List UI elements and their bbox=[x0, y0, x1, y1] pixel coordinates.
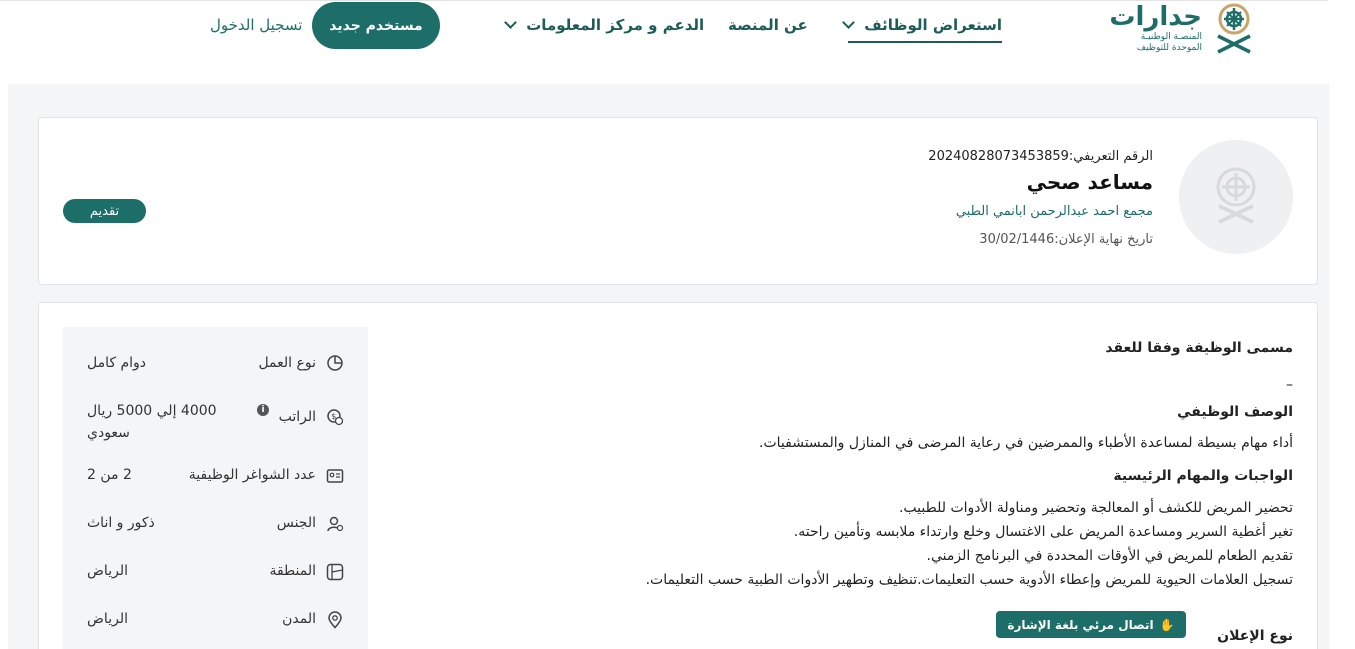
nav-support-center[interactable]: الدعم و مركز المعلومات bbox=[500, 16, 704, 34]
jadarat-logo[interactable]: جدارات المنصـة الوطنيـة الموحدة للتوظيف bbox=[1109, 2, 1260, 56]
job-title: مساعد صحي bbox=[1026, 170, 1153, 194]
site-header: جدارات المنصـة الوطنيـة الموحدة للتوظيف … bbox=[0, 0, 1355, 84]
contract-title-value: – bbox=[1286, 377, 1293, 393]
map-icon bbox=[326, 563, 344, 581]
location-pin-icon bbox=[328, 611, 342, 629]
new-user-button[interactable]: مستخدم جديد bbox=[312, 2, 440, 49]
sign-language-hand-icon: ✋ bbox=[1159, 617, 1175, 632]
job-id: الرقم التعريفي:20240828073453859 bbox=[928, 149, 1153, 164]
duty-item: تقديم الطعام للمريض في الأوقات المحددة ف… bbox=[926, 548, 1293, 564]
logo-wordmark: جدارات bbox=[1109, 2, 1202, 32]
logo-subtitle: المنصـة الوطنيـة الموحدة للتوظيف bbox=[1136, 32, 1202, 53]
job-description-heading: الوصف الوظيفي bbox=[1177, 404, 1293, 420]
person-icon bbox=[327, 516, 344, 532]
ad-type-heading: نوع الإعلان bbox=[1217, 628, 1293, 644]
duties-heading: الواجبات والمهام الرئيسية bbox=[1113, 468, 1293, 484]
duty-item: تحضير المريض للكشف أو المعالجة وتحضير وم… bbox=[898, 500, 1293, 516]
job-attributes-panel: نوع العمل دوام كامل $ الراتب 4000 إلي 50… bbox=[63, 327, 368, 649]
pie-chart-icon bbox=[327, 355, 343, 371]
company-name-link[interactable]: مجمع احمد عبدالرحمن ابانمي الطبي bbox=[956, 204, 1153, 219]
job-description-text: أداء مهام بسيطة لمساعدة الأطباء والممرضي… bbox=[759, 435, 1293, 451]
job-details-card: نوع العمل دوام كامل $ الراتب 4000 إلي 50… bbox=[38, 302, 1318, 649]
login-link[interactable]: تسجيل الدخول bbox=[210, 16, 302, 34]
company-avatar-icon bbox=[1179, 140, 1293, 254]
ad-deadline: تاريخ نهاية الإعلان:30/02/1446 bbox=[979, 232, 1153, 247]
salary-info-icon[interactable]: i bbox=[257, 404, 269, 416]
duty-item: تسجيل العلامات الحيوية للمريض وإعطاء الأ… bbox=[645, 572, 1293, 588]
chevron-down-icon bbox=[504, 16, 517, 29]
job-summary-card: الرقم التعريفي:20240828073453859 مساعد ص… bbox=[38, 117, 1318, 285]
nav-browse-jobs[interactable]: استعراض الوظائف bbox=[842, 16, 1002, 43]
chevron-down-icon bbox=[842, 16, 855, 29]
id-card-icon bbox=[326, 469, 344, 483]
money-icon: $ bbox=[327, 409, 344, 426]
palm-swords-emblem-icon bbox=[1217, 3, 1251, 54]
contract-title-heading: مسمى الوظيفة وفقا للعقد bbox=[1105, 340, 1293, 356]
duty-item: تغير أغطية السرير ومساعدة المريض على الا… bbox=[793, 524, 1293, 540]
apply-button[interactable]: تقديم bbox=[63, 199, 146, 223]
sign-language-call-button[interactable]: ✋اتصال مرئي بلغة الإشارة bbox=[996, 611, 1186, 638]
nav-about-platform[interactable]: عن المنصة bbox=[728, 16, 808, 34]
